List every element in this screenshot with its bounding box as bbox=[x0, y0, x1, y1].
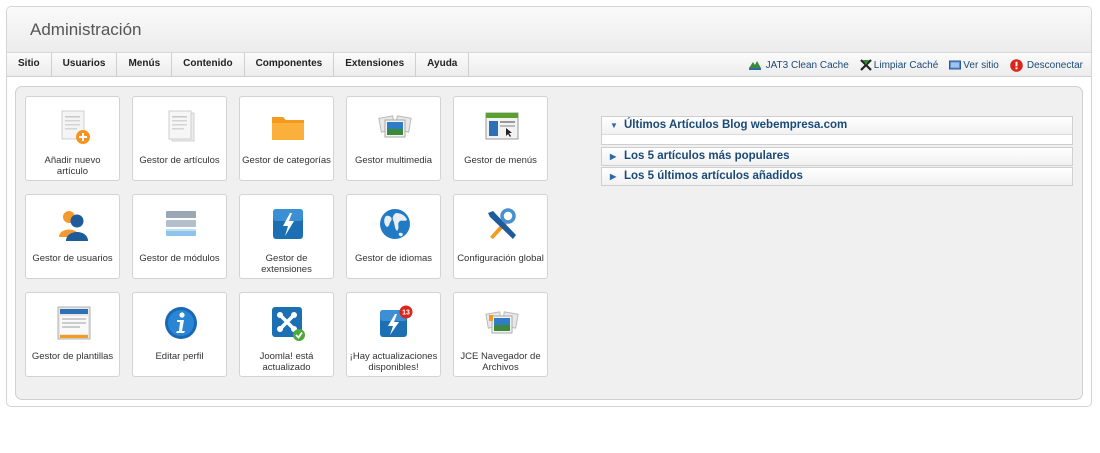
tile-label: Gestor de módulos bbox=[139, 253, 220, 264]
users-icon bbox=[59, 211, 88, 241]
tile-media-manager[interactable]: Gestor multimedia bbox=[346, 96, 441, 181]
tile-global-config[interactable]: Configuración global bbox=[453, 194, 548, 279]
tile-label: Gestor de artículos bbox=[139, 155, 220, 166]
tile-label: ¡Hay actualizaciones disponibles! bbox=[349, 351, 438, 373]
accordion-title: Últimos Artículos Blog webempresa.com bbox=[624, 119, 848, 131]
logout-link[interactable]: Desconectar bbox=[1010, 58, 1083, 72]
tile-label: Joomla! está actualizado bbox=[259, 351, 314, 373]
tile-joomla-uptodate[interactable]: Joomla! está actualizado bbox=[239, 292, 334, 377]
clear-cache-label: Limpiar Caché bbox=[873, 59, 939, 71]
chevron-down-icon: ▼ bbox=[610, 121, 618, 130]
jat3-icon bbox=[748, 61, 761, 70]
updates-badge: 13 bbox=[402, 310, 410, 317]
tile-module-manager[interactable]: Gestor de módulos bbox=[132, 194, 227, 279]
jce-browser-icon bbox=[485, 311, 519, 334]
tile-label: Gestor de extensiones bbox=[261, 253, 312, 275]
view-site-label: Ver sitio bbox=[963, 59, 999, 71]
accordion-latest-articles: ▶ Los 5 últimos artículos añadidos bbox=[601, 167, 1073, 186]
menu-item-ayuda[interactable]: Ayuda bbox=[416, 53, 470, 77]
tile-category-manager[interactable]: Gestor de categorías bbox=[239, 96, 334, 181]
clear-cache-icon bbox=[860, 59, 872, 71]
tools-icon bbox=[488, 208, 516, 239]
tile-label: Gestor de categorías bbox=[242, 155, 331, 166]
tile-label: Gestor multimedia bbox=[354, 155, 433, 166]
header: Administración bbox=[7, 7, 1091, 53]
tile-label: Gestor de menús bbox=[464, 155, 537, 166]
tile-label: Gestor de plantillas bbox=[31, 351, 114, 362]
monitor-icon bbox=[949, 60, 962, 70]
jat3-clean-cache-link[interactable]: JAT3 Clean Cache bbox=[748, 59, 849, 71]
tile-menu-manager[interactable]: Gestor de menús bbox=[453, 96, 548, 181]
modules-icon bbox=[166, 211, 196, 236]
accordion-title: Los 5 últimos artículos añadidos bbox=[624, 170, 803, 182]
tile-language-manager[interactable]: Gestor de idiomas bbox=[346, 194, 441, 279]
joomla-check-icon bbox=[272, 307, 305, 341]
tile-edit-profile[interactable]: Editar perfil bbox=[132, 292, 227, 377]
tile-jce-browser[interactable]: JCE Navegador de Archivos bbox=[453, 292, 548, 377]
article-manager-icon bbox=[168, 110, 195, 142]
extensions-icon bbox=[273, 209, 303, 239]
accordion-latest-blog: ▼ Últimos Artículos Blog webempresa.com bbox=[601, 116, 1073, 145]
view-site-link[interactable]: Ver sitio bbox=[949, 59, 999, 71]
menu-item-componentes[interactable]: Componentes bbox=[245, 53, 335, 77]
tile-article-manager[interactable]: Gestor de artículos bbox=[132, 96, 227, 181]
accordion-title: Los 5 artículos más populares bbox=[624, 150, 790, 162]
status-links: JAT3 Clean Cache Limpiar Caché Ver sitio… bbox=[737, 53, 1083, 77]
updates-icon: 13 bbox=[380, 305, 413, 337]
accordion-header[interactable]: ▶ Los 5 artículos más populares bbox=[602, 148, 1072, 165]
info-icon bbox=[165, 307, 197, 339]
globe-icon bbox=[380, 209, 410, 239]
jat3-link-label: JAT3 Clean Cache bbox=[765, 59, 849, 71]
menu-item-extensiones[interactable]: Extensiones bbox=[334, 53, 417, 77]
tile-updates-available[interactable]: 13 ¡Hay actualizaciones disponibles! bbox=[346, 292, 441, 377]
menu-item-menus[interactable]: Menús bbox=[117, 53, 173, 77]
chevron-right-icon: ▶ bbox=[610, 172, 617, 181]
tile-template-manager[interactable]: Gestor de plantillas bbox=[25, 292, 120, 377]
tile-label: Añadir nuevo artículo bbox=[44, 155, 101, 177]
menu-manager-icon bbox=[485, 112, 519, 140]
tile-label: JCE Navegador de Archivos bbox=[460, 351, 541, 373]
tile-label: Configuración global bbox=[457, 253, 544, 264]
accordion-popular-articles: ▶ Los 5 artículos más populares bbox=[601, 147, 1073, 166]
tile-label: Gestor de usuarios bbox=[32, 253, 113, 264]
menu-item-contenido[interactable]: Contenido bbox=[172, 53, 245, 77]
clear-cache-link[interactable]: Limpiar Caché bbox=[860, 59, 938, 71]
accordion-header[interactable]: ▼ Últimos Artículos Blog webempresa.com bbox=[602, 117, 1072, 134]
tile-add-article[interactable]: Añadir nuevo artículo bbox=[25, 96, 120, 181]
media-icon bbox=[378, 115, 412, 138]
menu-bar: Sitio Usuarios Menús Contenido Component… bbox=[7, 53, 1091, 77]
menu-item-usuarios[interactable]: Usuarios bbox=[52, 53, 118, 77]
page-title: Administración bbox=[30, 20, 142, 39]
add-article-icon bbox=[61, 110, 90, 144]
tile-label: Editar perfil bbox=[155, 351, 204, 362]
control-panel: Añadir nuevo artículo Gestor de artículo… bbox=[15, 86, 1083, 400]
logout-icon bbox=[1010, 58, 1023, 72]
templates-icon bbox=[57, 306, 91, 340]
accordion-header[interactable]: ▶ Los 5 últimos artículos añadidos bbox=[602, 168, 1072, 185]
tile-label: Gestor de idiomas bbox=[354, 253, 433, 264]
admin-frame: Administración Sitio Usuarios Menús Cont… bbox=[6, 6, 1092, 407]
menu-item-sitio[interactable]: Sitio bbox=[7, 53, 52, 77]
folder-icon bbox=[272, 117, 304, 140]
chevron-right-icon: ▶ bbox=[610, 152, 617, 161]
logout-label: Desconectar bbox=[1026, 59, 1083, 71]
accordion-body bbox=[602, 134, 1072, 144]
tile-user-manager[interactable]: Gestor de usuarios bbox=[25, 194, 120, 279]
tile-extension-manager[interactable]: Gestor de extensiones bbox=[239, 194, 334, 279]
